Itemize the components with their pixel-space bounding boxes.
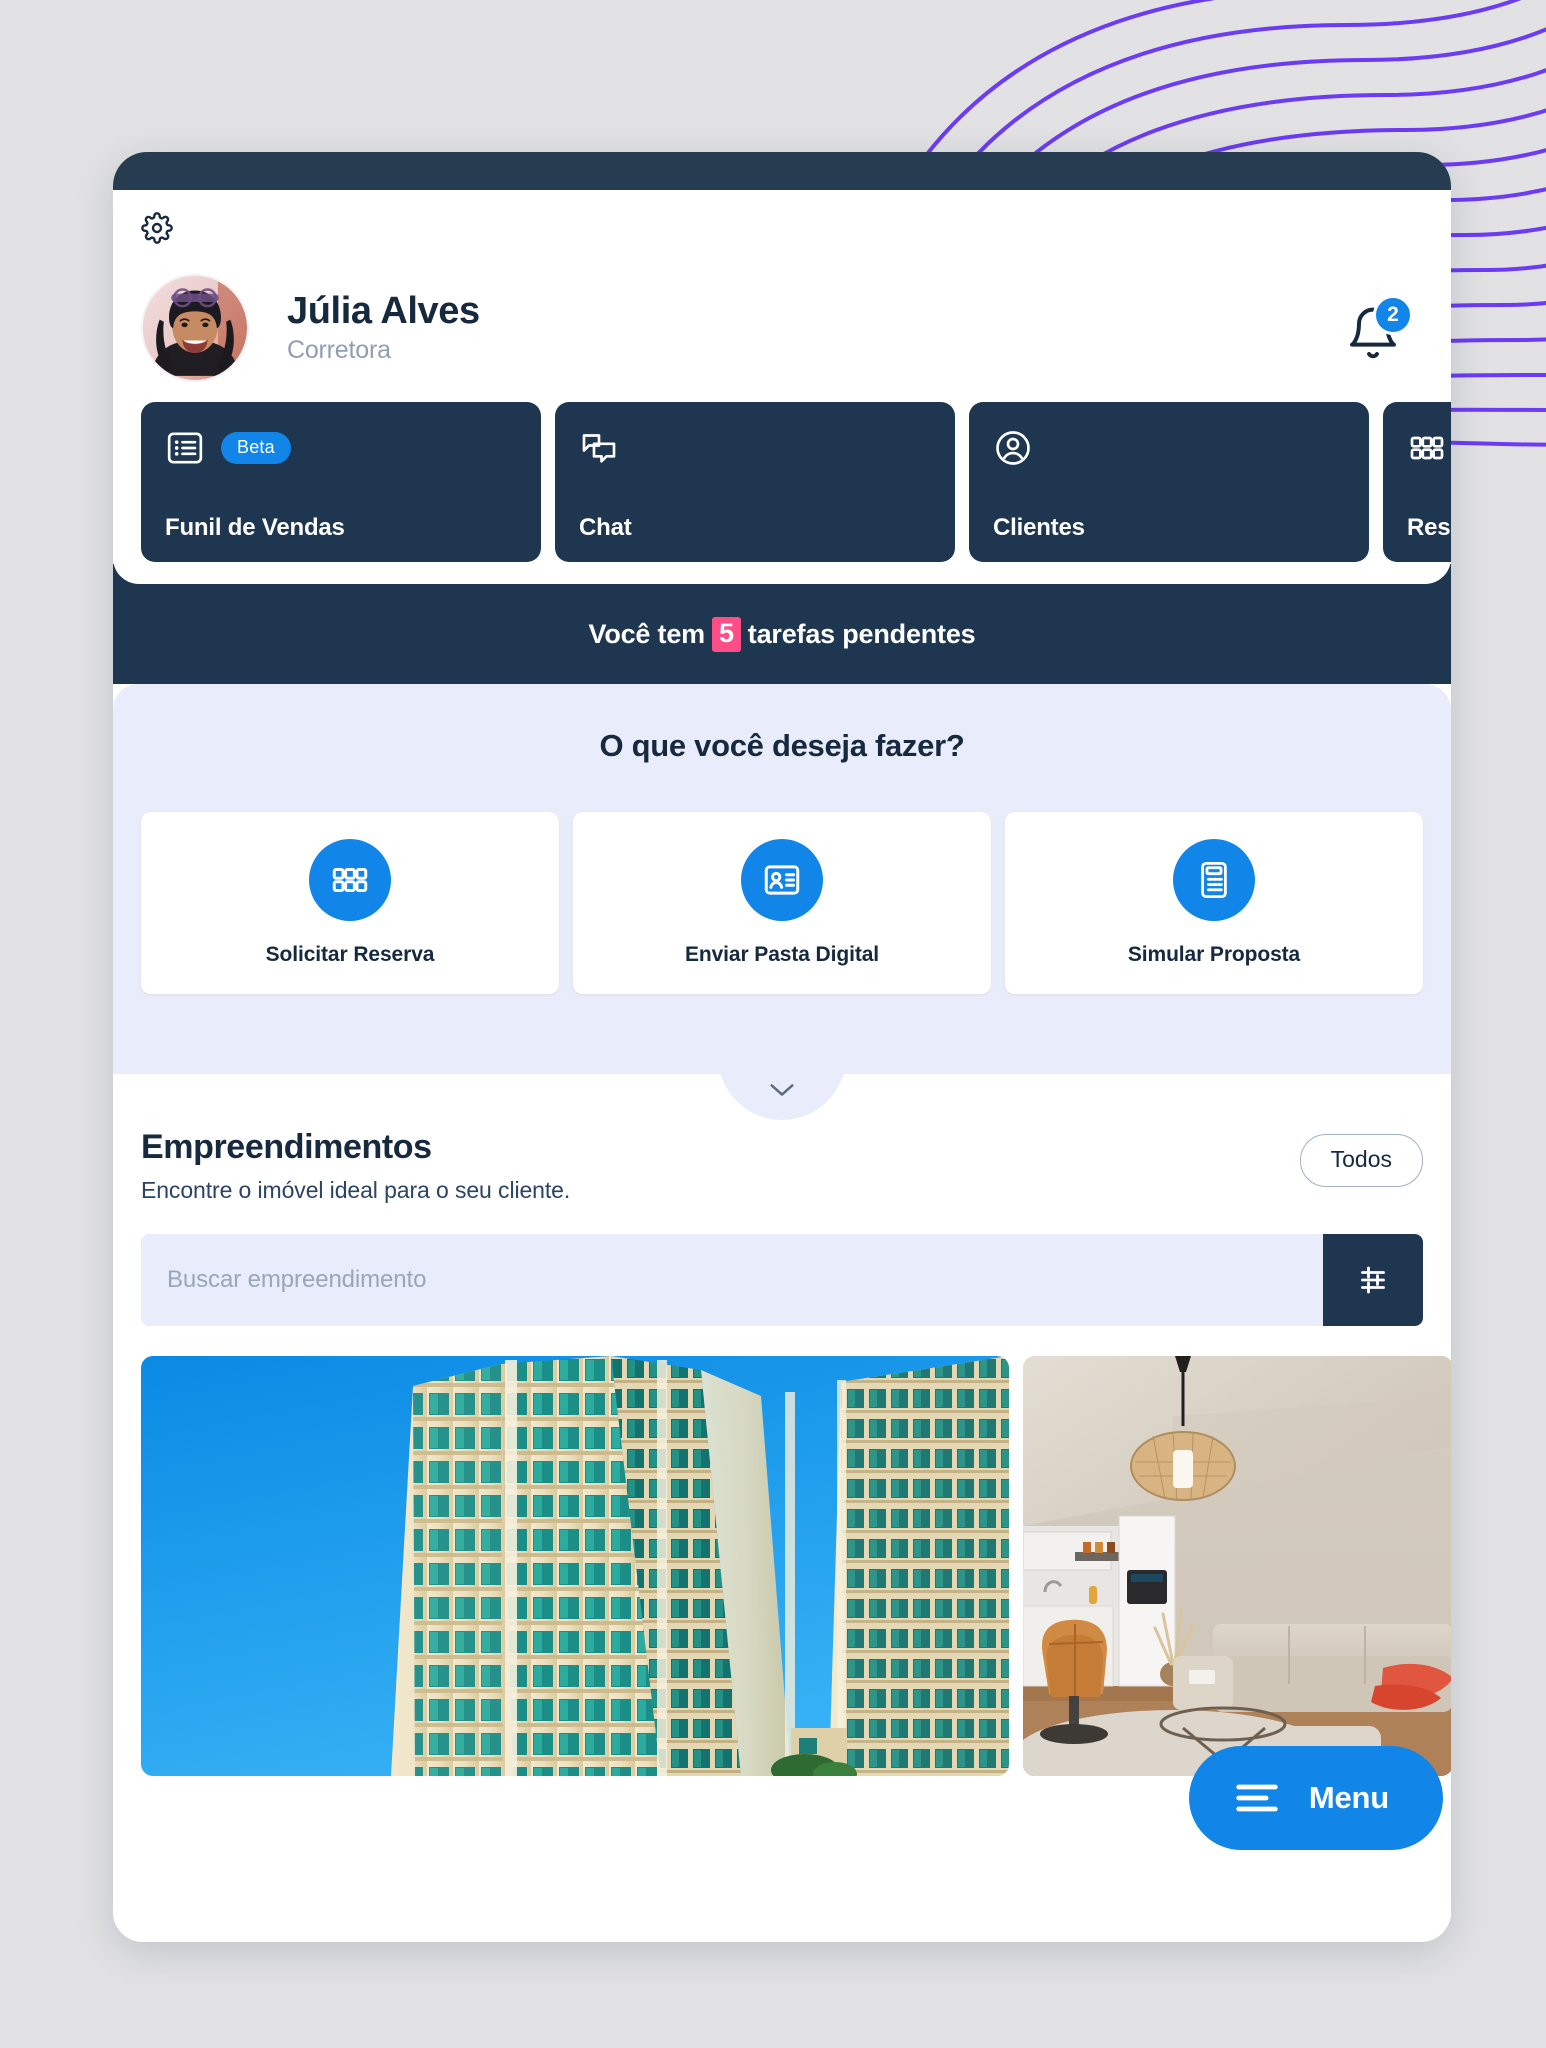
listings-heading-block: Empreendimentos Encontre o imóvel ideal … [141,1128,570,1204]
quick-actions-list: Solicitar Reserva Enviar Pasta Digital S… [113,764,1451,994]
tile-top [993,428,1345,468]
list-icon [167,432,203,464]
nav-tile-clientes[interactable]: Clientes [969,402,1369,562]
listings-header: Empreendimentos Encontre o imóvel ideal … [141,1128,1423,1204]
living-room-interior-image [1023,1356,1451,1776]
header-card: Júlia Alves Corretora 2 Beta Funil de Ve… [113,190,1451,584]
page-title: Júlia Alves [287,289,480,332]
id-card-icon [764,865,800,895]
action-icon-circle [741,839,823,921]
chat-bubbles-icon [582,434,616,463]
tasks-suffix: tarefas pendentes [747,618,976,649]
hamburger-icon [1236,1784,1278,1812]
nav-tile-funil-de-vendas[interactable]: Beta Funil de Vendas [141,402,541,562]
action-card-label: Enviar Pasta Digital [684,943,880,966]
nav-tile-chat[interactable]: Chat [555,402,955,562]
quick-actions-panel: O que você deseja fazer? Solicitar Reser… [113,684,1451,1074]
nav-tile-label: Reserv [1407,514,1451,541]
search-input[interactable] [141,1234,1323,1326]
settings-row [113,190,1451,244]
app-scroll-body: Júlia Alves Corretora 2 Beta Funil de Ve… [113,190,1451,1942]
nav-tile-reservas[interactable]: Reserv [1383,402,1451,562]
action-card-label: Simular Proposta [1127,943,1301,966]
action-icon-circle [1173,839,1255,921]
menu-fab-label: Menu [1308,1780,1389,1815]
user-photo [143,276,247,380]
nav-tile-label: Clientes [993,514,1085,541]
property-card-interior[interactable] [1023,1356,1451,1776]
filter-settings-button[interactable] [1323,1234,1423,1326]
action-card-enviar-pasta-digital[interactable]: Enviar Pasta Digital [573,812,991,994]
action-icon-circle [309,839,391,921]
user-circle-icon [996,431,1030,465]
tile-top: Beta [165,428,517,468]
listings-section: Empreendimentos Encontre o imóvel ideal … [113,1074,1451,1806]
tasks-count-badge: 5 [711,616,741,652]
action-card-solicitar-reserva[interactable]: Solicitar Reserva [141,812,559,994]
chevron-down-icon [770,1084,794,1096]
notifications-button[interactable]: 2 [1345,295,1413,361]
nav-tile-label: Chat [579,514,632,541]
profile-role: Corretora [287,336,391,365]
profile-row: Júlia Alves Corretora 2 [113,244,1451,382]
listings-subtitle: Encontre o imóvel ideal para o seu clien… [141,1177,571,1203]
quick-actions-title: O que você deseja fazer? [599,728,965,763]
status-bar [113,152,1451,190]
tasks-prefix: Você tem [588,618,706,649]
menu-fab-button[interactable]: Menu [1188,1746,1443,1850]
beta-badge: Beta [221,432,291,464]
pending-tasks-text: Você tem 5 tarefas pendentes [588,616,976,652]
profile-text: Júlia Alves Corretora [287,289,1345,365]
filter-pill-todos[interactable]: Todos [1299,1134,1423,1187]
avatar[interactable] [141,274,249,382]
property-grid [141,1356,1451,1806]
sliders-icon [1361,1266,1385,1294]
nav-tile-label: Funil de Vendas [165,514,345,541]
action-card-simular-proposta[interactable]: Simular Proposta [1005,812,1423,994]
grid-icon [332,868,368,892]
notification-count-badge: 2 [1373,295,1413,335]
property-card-highrise[interactable] [141,1356,1009,1776]
action-card-label: Solicitar Reserva [265,943,435,966]
gear-icon[interactable] [141,212,173,244]
listings-title: Empreendimentos [141,1128,432,1166]
calculator-icon [1201,861,1227,899]
app-window: Júlia Alves Corretora 2 Beta Funil de Ve… [113,152,1451,1942]
highrise-apartment-towers-image [141,1356,1009,1776]
search-row [141,1234,1423,1326]
grid-icon [1410,436,1444,460]
tile-top [579,428,931,468]
tile-top [1407,428,1451,468]
quick-nav-tiles[interactable]: Beta Funil de Vendas Chat Clientes Res [113,382,1451,562]
